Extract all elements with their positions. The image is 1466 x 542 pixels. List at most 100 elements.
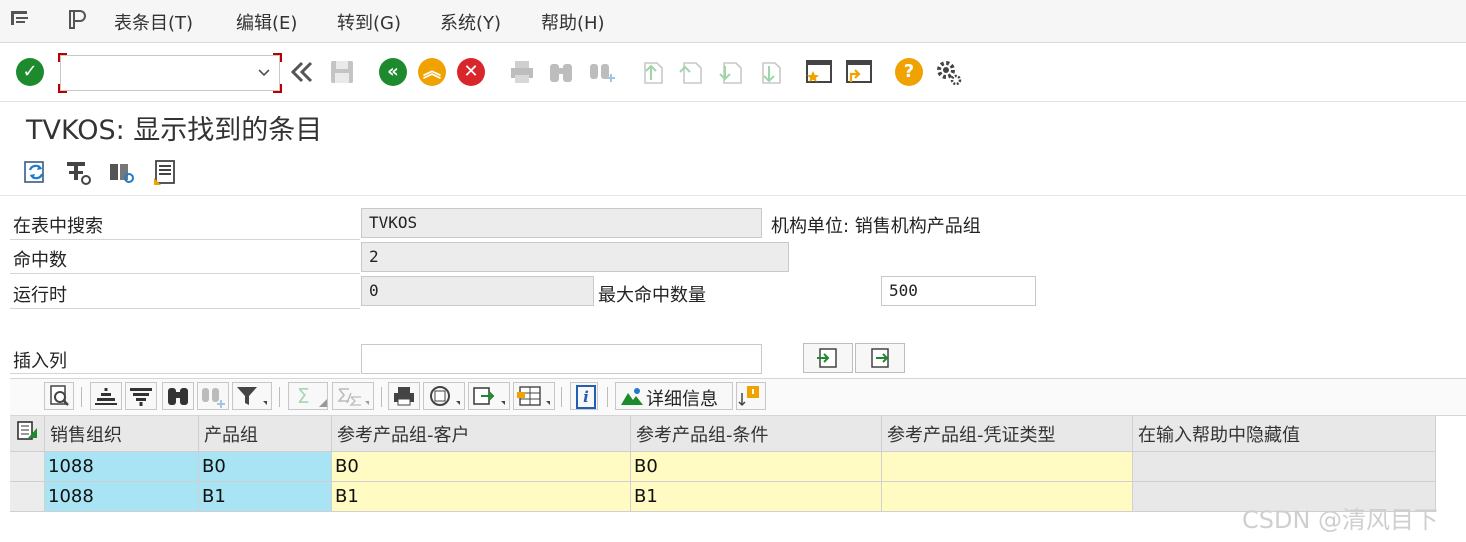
cell-ref-division-doc-type[interactable] [881, 481, 1133, 512]
info-icon: i [576, 385, 596, 409]
details-view-button[interactable] [44, 382, 74, 410]
back-icon[interactable]: « [379, 58, 407, 86]
more-options-button[interactable] [736, 382, 766, 410]
cell-ref-division-condition[interactable]: B0 [630, 451, 882, 482]
back-double-chevron-icon[interactable] [288, 58, 316, 86]
toolbar-separator [561, 387, 562, 407]
export-icon [473, 387, 505, 405]
binoculars-icon [168, 388, 188, 405]
insert-column-label: 插入列 [13, 351, 67, 372]
create-session-icon[interactable] [805, 58, 833, 86]
cancel-icon[interactable]: ✕ [457, 58, 485, 86]
menu-bar: 表条目(T) 编辑(E) 转到(G) 系统(Y) 帮助(H) [0, 0, 1466, 43]
insert-column-input[interactable] [361, 344, 762, 374]
cell-division[interactable]: B0 [198, 451, 332, 482]
insert-right-icon [871, 348, 889, 368]
hits-label: 命中数 [13, 250, 67, 271]
save-icon [331, 61, 353, 83]
menu-edit[interactable]: 编辑(E) [236, 9, 297, 35]
warning-settings-icon [738, 386, 759, 407]
insert-left-icon [817, 348, 837, 368]
cell-ref-division-customer[interactable]: B0 [331, 451, 631, 482]
filter-button[interactable] [232, 382, 272, 410]
layout-grid-icon [517, 386, 550, 406]
max-hits-input[interactable]: 500 [881, 276, 1036, 306]
column-header-ref-division-condition[interactable]: 参考产品组-条件 [630, 416, 882, 452]
divider [0, 195, 1466, 196]
insert-column-left-button[interactable] [803, 343, 853, 373]
table-search-field: TVKOS [361, 208, 762, 238]
magnifier-document-icon [50, 385, 69, 406]
table-search-label: 在表中搜索 [13, 216, 103, 237]
watermark: CSDN @清风目下 [1242, 506, 1439, 534]
menu-table-entry[interactable]: 表条目(T) [114, 9, 193, 35]
toolbar-separator [81, 387, 82, 407]
sort-descending-button[interactable] [125, 382, 157, 410]
refresh-icon[interactable] [21, 158, 49, 186]
find-button[interactable] [162, 382, 194, 410]
toolbar-separator [607, 387, 608, 407]
cell-hide-value-f4[interactable] [1132, 451, 1436, 482]
menu-system[interactable]: 系统(Y) [440, 9, 501, 35]
column-header-division[interactable]: 产品组 [198, 416, 332, 452]
column-header-ref-division-doc-type[interactable]: 参考产品组-凭证类型 [881, 416, 1133, 452]
first-page-icon [644, 62, 663, 84]
alv-toolbar: Σ i 详细信息 [10, 378, 1466, 416]
info-button[interactable]: i [570, 382, 598, 410]
toolbar-separator [381, 387, 382, 407]
page-title: TVKOS: 显示找到的条目 [26, 115, 323, 146]
divider [10, 239, 360, 240]
row-selector[interactable] [10, 451, 45, 482]
cell-division[interactable]: B1 [198, 481, 332, 512]
row-selector[interactable] [10, 481, 45, 512]
document-icon[interactable] [151, 158, 179, 186]
divider [10, 308, 360, 309]
next-page-icon [719, 62, 742, 84]
mountain-image-icon [621, 388, 643, 405]
dropdown-triangle-icon [319, 399, 327, 407]
printer-icon [394, 387, 414, 406]
command-field[interactable] [58, 53, 282, 93]
field-selection-icon[interactable] [107, 158, 135, 186]
table-description: 机构单位: 销售机构产品组 [771, 216, 981, 237]
menu-help[interactable]: 帮助(H) [541, 9, 605, 35]
find-next-button [197, 382, 229, 410]
cell-ref-division-condition[interactable]: B1 [630, 481, 882, 512]
views-icon [430, 386, 460, 406]
details-button[interactable]: 详细信息 [615, 382, 733, 410]
menu-goto[interactable]: 转到(G) [337, 9, 401, 35]
sum-icon: Σ [297, 384, 310, 408]
print-icon [511, 61, 533, 83]
select-all-column-header[interactable] [10, 416, 45, 452]
column-header-hide-value-f4[interactable]: 在输入帮助中隐藏值 [1132, 416, 1436, 452]
cell-ref-division-doc-type[interactable] [881, 451, 1133, 482]
layout-button[interactable] [513, 382, 555, 410]
divider [10, 273, 360, 274]
change-settings-icon[interactable] [64, 158, 92, 186]
column-header-ref-division-customer[interactable]: 参考产品组-客户 [331, 416, 631, 452]
export-button[interactable] [468, 382, 510, 410]
table-row: 1088 B1 B1 B1 [10, 481, 1436, 512]
exit-icon[interactable]: ︽ [418, 58, 446, 86]
toolbar-separator [279, 387, 280, 407]
cell-sales-org[interactable]: 1088 [44, 481, 199, 512]
last-page-icon [762, 62, 781, 84]
select-all-icon[interactable] [10, 416, 44, 446]
help-icon[interactable]: ? [895, 58, 923, 86]
column-header-sales-org[interactable]: 销售组织 [44, 416, 199, 452]
shortcut-icon[interactable] [845, 58, 873, 86]
chevron-down-icon[interactable] [257, 68, 271, 78]
print-preview-button[interactable] [388, 382, 420, 410]
insert-column-right-button[interactable] [855, 343, 905, 373]
cell-ref-division-customer[interactable]: B1 [331, 481, 631, 512]
menu-toggle-icon[interactable] [10, 8, 32, 30]
layout-menu-icon[interactable] [66, 8, 88, 30]
details-button-label: 详细信息 [646, 389, 718, 410]
total-button: Σ [288, 382, 328, 410]
settings-gear-icon[interactable] [934, 58, 962, 86]
enter-check-icon[interactable]: ✓ [16, 58, 44, 86]
sort-ascending-button[interactable] [90, 382, 122, 410]
hits-field: 2 [361, 242, 789, 272]
views-button[interactable] [423, 382, 465, 410]
cell-sales-org[interactable]: 1088 [44, 451, 199, 482]
